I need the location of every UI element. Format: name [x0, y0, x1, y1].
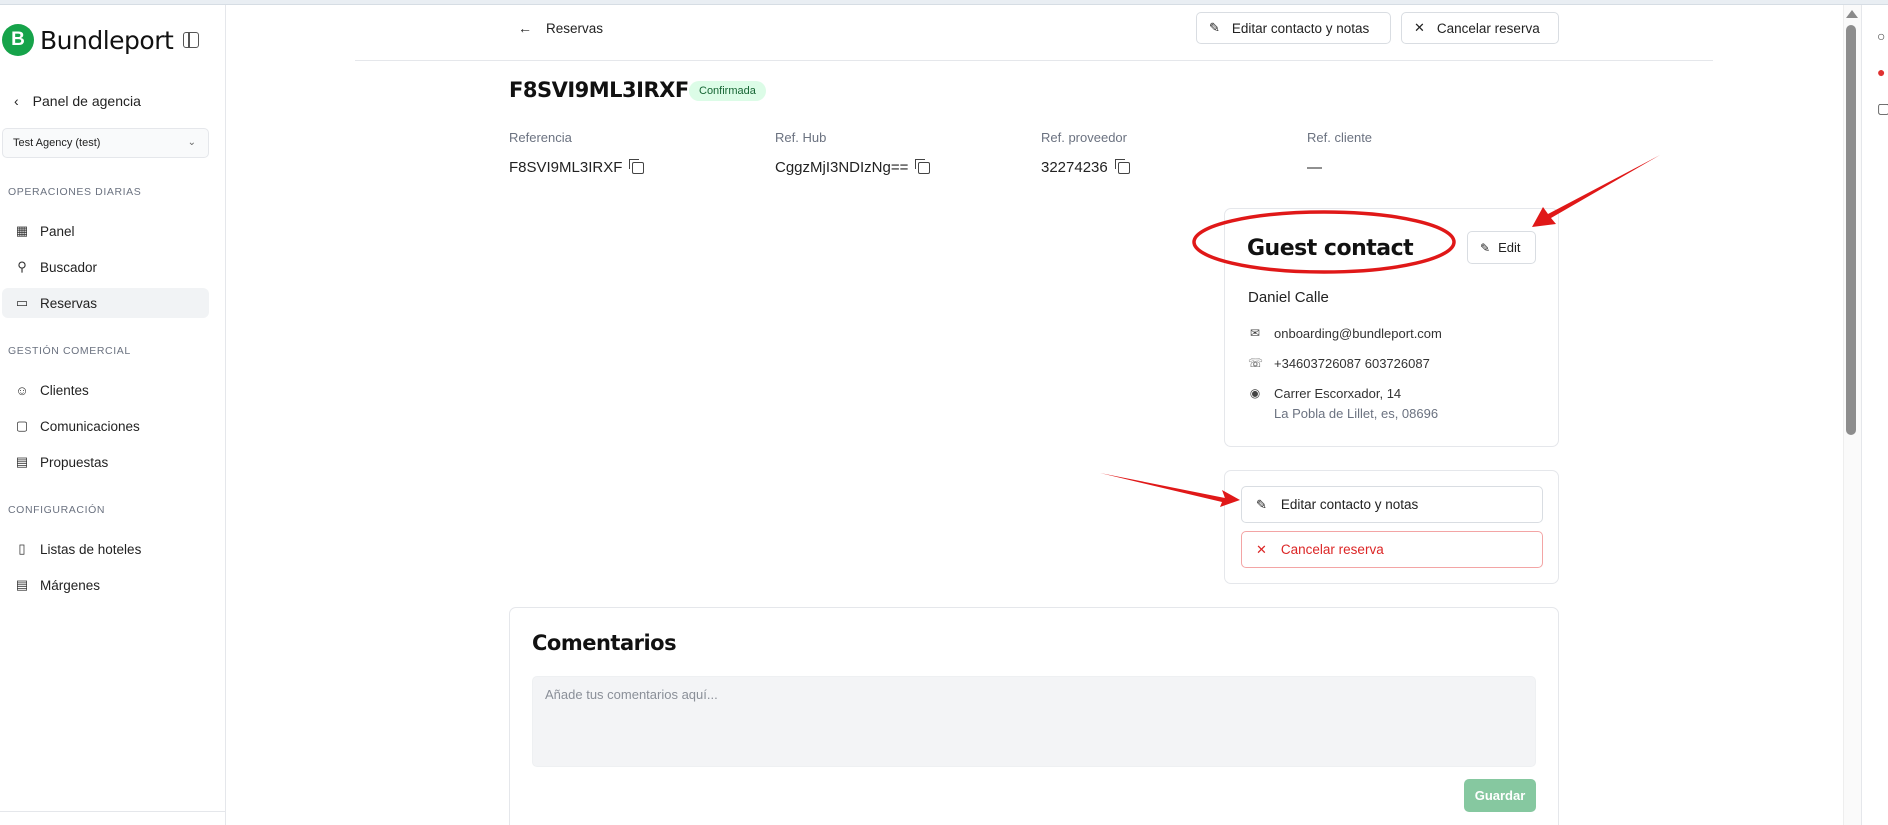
chevron-left-icon: ‹	[14, 93, 19, 109]
arrow-left-icon: ←	[518, 20, 532, 36]
brand-logo: B	[2, 24, 34, 56]
search-icon: ⚲	[17, 259, 27, 274]
sidebar-item-label: Buscador	[40, 259, 98, 275]
guest-name: Daniel Calle	[1248, 289, 1329, 306]
feedback-icon[interactable]: ▢	[1877, 100, 1888, 117]
sidebar-item-label: Propuestas	[40, 454, 109, 470]
ref-label-hub: Ref. Hub	[775, 130, 827, 145]
comments-placeholder: Añade tus comentarios aquí...	[545, 687, 718, 702]
sidebar-item-propuestas[interactable]: ▤ Propuestas	[2, 447, 209, 477]
calendar-icon: ▭	[15, 295, 29, 310]
comments-title: Comentarios	[532, 631, 677, 655]
ref-value-text: CggzMjI3NDIzNg==	[775, 159, 909, 176]
chevron-down-icon: ⌄	[187, 137, 196, 148]
comments-textarea[interactable]: Añade tus comentarios aquí...	[532, 676, 1536, 767]
brand-name: Bundleport	[40, 25, 174, 55]
document-icon: ▤	[15, 454, 29, 469]
sidebar-item-label: Panel	[40, 223, 75, 239]
page-title: F8SVI9ML3IRXF	[509, 78, 689, 102]
ref-value-hub: CggzMjI3NDIzNg==	[775, 158, 931, 176]
mail-icon: ✉	[1249, 326, 1261, 340]
edit-contact-notes-label: Editar contacto y notas	[1231, 20, 1370, 36]
save-comments-button[interactable]: Guardar	[1464, 779, 1536, 812]
sidebar-item-label: Comunicaciones	[40, 418, 140, 434]
ref-value-referencia: F8SVI9ML3IRXF	[509, 158, 645, 176]
edit-document-icon: ✎	[1209, 20, 1220, 35]
cancel-action-label: Cancelar reserva	[1280, 542, 1384, 557]
scrollbar-thumb[interactable]	[1846, 25, 1856, 435]
sidebar-item-reservas[interactable]: ▭ Reservas	[2, 288, 209, 318]
edit-document-icon: ✎	[1256, 496, 1267, 512]
grid-icon: ▦	[15, 223, 29, 238]
close-icon: ✕	[1414, 20, 1425, 35]
sidebar-item-comunicaciones[interactable]: ▢ Comunicaciones	[2, 411, 209, 441]
edit-contact-notes-action-button[interactable]: ✎ Editar contacto y notas	[1241, 486, 1543, 523]
brand[interactable]: B Bundleport	[2, 24, 174, 56]
edit-action-label: Editar contacto y notas	[1280, 497, 1419, 512]
sidebar-item-label: Clientes	[40, 382, 89, 398]
sidebar-item-clientes[interactable]: ☺ Clientes	[2, 375, 209, 405]
edit-label: Edit	[1498, 240, 1521, 255]
ref-label-cliente: Ref. cliente	[1307, 130, 1373, 145]
right-side-panel	[1861, 5, 1888, 825]
sidebar: B Bundleport ‹ Panel de agencia Test Age…	[0, 5, 226, 825]
back-link-label: Reservas	[546, 20, 604, 36]
sidebar-item-buscador[interactable]: ⚲ Buscador	[2, 252, 209, 282]
agency-panel-label: Panel de agencia	[32, 93, 141, 109]
edit-contact-notes-button[interactable]: ✎ Editar contacto y notas	[1196, 12, 1391, 44]
guest-contact-edit-button[interactable]: ✎ Edit	[1467, 231, 1536, 264]
annotation-arrow-actions	[1100, 473, 1240, 507]
map-pin-icon: ◉	[1249, 386, 1261, 400]
cancel-reservation-button[interactable]: ✕ Cancelar reserva	[1401, 12, 1559, 44]
ref-value-text: 32274236	[1041, 159, 1108, 176]
ref-label-referencia: Referencia	[509, 130, 572, 145]
sidebar-item-margenes[interactable]: ▤ Márgenes	[2, 570, 209, 600]
sidebar-item-panel[interactable]: ▦ Panel	[2, 216, 209, 246]
sidebar-item-label: Listas de hoteles	[40, 541, 142, 557]
section-title-config: CONFIGURACIÓN	[8, 504, 106, 516]
scroll-up-arrow-icon[interactable]	[1846, 10, 1858, 18]
cancel-reservation-label: Cancelar reserva	[1436, 20, 1540, 36]
section-title-daily-ops: OPERACIONES DIARIAS	[8, 186, 142, 198]
back-to-reservas-link[interactable]: ← Reservas	[518, 20, 603, 36]
cancel-reservation-action-button[interactable]: ✕ Cancelar reserva	[1241, 531, 1543, 568]
ref-value-proveedor: 32274236	[1041, 158, 1130, 176]
notification-bell-icon[interactable]: ●	[1877, 64, 1885, 80]
guest-address-line1: Carrer Escorxador, 14	[1274, 386, 1402, 401]
users-icon: ☺	[15, 382, 29, 398]
ref-value-text: F8SVI9ML3IRXF	[509, 159, 623, 176]
document-icon: ▤	[15, 577, 29, 592]
bookmark-icon: ▯	[18, 541, 26, 556]
agency-select[interactable]: Test Agency (test) ⌄	[2, 128, 209, 158]
status-badge: Confirmada	[689, 81, 766, 101]
guest-email: onboarding@bundleport.com	[1274, 326, 1442, 341]
edit-document-icon: ✎	[1480, 240, 1491, 255]
guest-address-line2: La Pobla de Lillet, es, 08696	[1274, 406, 1439, 421]
guest-phone: +34603726087 603726087	[1274, 356, 1430, 371]
ref-label-proveedor: Ref. proveedor	[1041, 130, 1127, 145]
sidebar-item-label: Reservas	[40, 295, 98, 311]
ref-value-cliente: —	[1307, 159, 1322, 176]
guest-address-row: ◉ Carrer Escorxador, 14	[1248, 386, 1401, 401]
agency-select-value: Test Agency (test)	[13, 137, 101, 149]
guest-email-row: ✉ onboarding@bundleport.com	[1248, 326, 1442, 341]
search-icon[interactable]: ○	[1877, 28, 1885, 44]
sidebar-item-listas-hoteles[interactable]: ▯ Listas de hoteles	[2, 534, 209, 564]
chat-icon: ▢	[15, 418, 29, 433]
copy-icon[interactable]	[915, 158, 931, 174]
guest-phone-row: ☏ +34603726087 603726087	[1248, 356, 1430, 371]
copy-icon[interactable]	[629, 158, 645, 174]
phone-icon: ☏	[1248, 356, 1264, 370]
copy-icon[interactable]	[1114, 158, 1130, 174]
guest-contact-title: Guest contact	[1247, 236, 1414, 261]
sidebar-item-label: Márgenes	[40, 577, 101, 593]
sidebar-footer-divider	[0, 811, 226, 812]
close-icon: ✕	[1256, 541, 1267, 557]
section-title-commercial: GESTIÓN COMERCIAL	[8, 345, 131, 357]
sidebar-toggle-icon[interactable]	[183, 32, 199, 48]
agency-panel-back[interactable]: ‹ Panel de agencia	[14, 93, 141, 109]
